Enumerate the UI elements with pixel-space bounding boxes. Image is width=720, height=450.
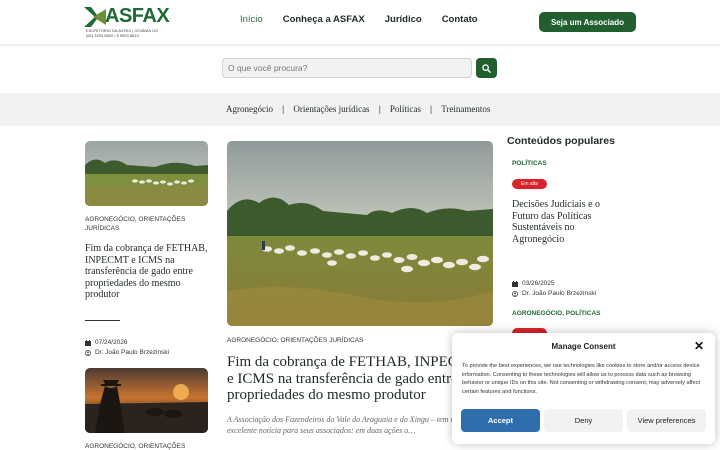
left-post-tags[interactable]: AGRONEGÓCIO, ORIENTAÇÕES JURÍDICAS bbox=[85, 215, 210, 233]
cookie-title: Manage Consent bbox=[551, 342, 616, 351]
category-politicas[interactable]: Políticas bbox=[390, 104, 421, 114]
logo-subtitle-line-2: (62) 3293 5820 / 9 9903 8819 bbox=[86, 33, 139, 38]
nav-inicio[interactable]: Início bbox=[240, 14, 263, 25]
category-separator: | bbox=[282, 104, 285, 114]
deny-button[interactable]: Deny bbox=[544, 409, 623, 432]
logo-text: ASFAX bbox=[105, 5, 170, 27]
site-logo[interactable]: ASFAX ESCRITÓRIO DA ASFAX | GOIÂNIA GO (… bbox=[84, 5, 170, 39]
divider bbox=[85, 320, 120, 321]
view-preferences-button[interactable]: View preferences bbox=[627, 409, 706, 432]
left-post-date: 07/24/2026 bbox=[95, 339, 128, 346]
cattle-field-photo bbox=[85, 141, 208, 206]
logo-subtitle: ESCRITÓRIO DA ASFAX | GOIÂNIA GO (62) 32… bbox=[86, 28, 158, 38]
user-icon bbox=[85, 349, 91, 356]
nav-contato[interactable]: Contato bbox=[442, 14, 478, 25]
popular-1-title[interactable]: Decisões Judiciais e o Futuro das Políti… bbox=[512, 199, 622, 245]
main-nav: Início Conheça a ASFAX Jurídico Contato bbox=[240, 14, 478, 25]
left-post-image[interactable] bbox=[85, 141, 208, 206]
cookie-consent-dialog: Manage Consent ✕ To provide the best exp… bbox=[452, 333, 715, 444]
left-post-2-image[interactable] bbox=[85, 368, 208, 433]
popular-heading: Conteúdos populares bbox=[507, 135, 615, 147]
user-icon bbox=[512, 290, 518, 297]
calendar-icon bbox=[85, 339, 91, 346]
category-agronegocio[interactable]: Agronegócio bbox=[226, 104, 273, 114]
cookie-text: To provide the best experiences, we use … bbox=[462, 363, 701, 395]
trending-badge: Em alta bbox=[512, 179, 547, 189]
site-header: ASFAX ESCRITÓRIO DA ASFAX | GOIÂNIA GO (… bbox=[0, 0, 720, 44]
category-separator: | bbox=[429, 104, 433, 114]
become-member-button[interactable]: Seja um Associado bbox=[539, 12, 636, 32]
popular-2-category[interactable]: AGRONEGÓCIO, POLÍTICAS bbox=[512, 310, 600, 317]
close-icon[interactable]: ✕ bbox=[693, 340, 705, 352]
left-post-title[interactable]: Fim da cobrança de FETHAB, INPECMT e ICM… bbox=[85, 243, 210, 301]
main-post-excerpt: A Associação dos Fazendeiros do Vale do … bbox=[227, 415, 465, 435]
nav-juridico[interactable]: Jurídico bbox=[385, 14, 422, 25]
search-button[interactable] bbox=[476, 58, 497, 78]
popular-1-author[interactable]: Dr. João Paulo Brzezinski bbox=[522, 290, 596, 297]
logo-mark-icon bbox=[84, 7, 106, 27]
cattle-herd-photo bbox=[227, 141, 493, 326]
left-post-date-row: 07/24/2026 bbox=[85, 339, 128, 346]
popular-1-date: 03/26/2025 bbox=[522, 280, 555, 287]
popular-1-category[interactable]: POLÍTICAS bbox=[512, 160, 547, 167]
category-links: Agronegócio | Orientações jurídicas | Po… bbox=[226, 104, 490, 114]
search-icon bbox=[482, 63, 491, 73]
main-post-image[interactable] bbox=[227, 141, 493, 326]
category-separator: | bbox=[378, 104, 381, 114]
accept-button[interactable]: Accept bbox=[461, 409, 540, 432]
nav-conheca[interactable]: Conheça a ASFAX bbox=[283, 14, 365, 25]
main-post-tags[interactable]: AGRONEGÓCIO, ORIENTAÇÕES JURÍDICAS bbox=[227, 336, 489, 345]
category-treinamentos[interactable]: Treinamentos bbox=[441, 104, 490, 114]
category-bar: Agronegócio | Orientações jurídicas | Po… bbox=[0, 93, 720, 126]
page: ASFAX ESCRITÓRIO DA ASFAX | GOIÂNIA GO (… bbox=[0, 0, 720, 450]
left-post-author[interactable]: Dr. João Paulo Brzezinski bbox=[95, 349, 169, 356]
popular-1-date-row: 03/26/2025 bbox=[512, 280, 555, 287]
sunset-cowboy-photo bbox=[85, 368, 208, 433]
popular-1-author-row: Dr. João Paulo Brzezinski bbox=[512, 290, 596, 297]
main-post-title[interactable]: Fim da cobrança de FETHAB, INPECMT e ICM… bbox=[227, 354, 489, 404]
calendar-icon bbox=[512, 280, 518, 287]
left-post-author-row: Dr. João Paulo Brzezinski bbox=[85, 349, 169, 356]
left-post-2-tags[interactable]: AGRONEGÓCIO, ORIENTAÇÕES bbox=[85, 442, 210, 450]
search-input[interactable]: O que você procura? bbox=[222, 58, 472, 78]
category-orientacoes[interactable]: Orientações jurídicas bbox=[293, 104, 369, 114]
